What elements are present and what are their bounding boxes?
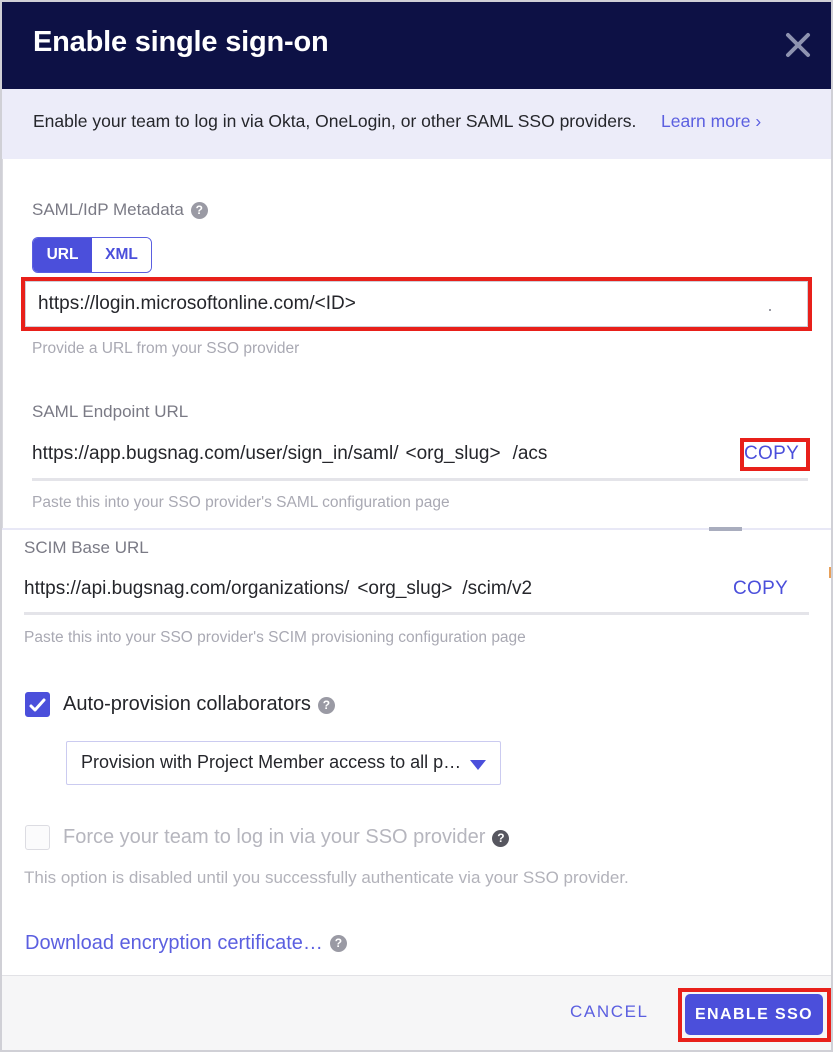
force-sso-checkbox [25, 825, 50, 850]
saml-metadata-label-text: SAML/IdP Metadata [32, 200, 184, 219]
copy-scim-base-button[interactable]: COPY [733, 578, 788, 600]
saml-metadata-label: SAML/IdP Metadata? [32, 200, 208, 220]
banner-text: Enable your team to log in via Okta, One… [33, 111, 637, 131]
force-sso-note: This option is disabled until you succes… [24, 868, 629, 887]
download-certificate-label: Download encryption certificate… [25, 932, 323, 954]
scim-base-label: SCIM Base URL [24, 538, 149, 557]
scim-base-suffix: /scim/v2 [462, 578, 533, 599]
edge-artifact [829, 567, 833, 578]
saml-endpoint-suffix: /acs [512, 443, 548, 464]
scrollbar-thumb-fragment [709, 527, 742, 531]
saml-endpoint-helper-text: Paste this into your SSO provider's SAML… [32, 494, 450, 511]
help-icon[interactable]: ? [190, 202, 208, 219]
saml-endpoint-prefix: https://app.bugsnag.com/user/sign_in/sam… [32, 443, 399, 464]
provision-access-select[interactable]: Provision with Project Member access to … [66, 741, 501, 785]
auto-provision-label-text: Auto-provision collaborators [63, 693, 311, 715]
metadata-url-input[interactable]: https://login.microsoftonline.com/<ID> [25, 281, 808, 327]
saml-endpoint-slug: <org_slug> [405, 443, 501, 464]
auto-provision-label: Auto-provision collaborators? [63, 693, 335, 716]
page-title: Enable single sign-on [33, 26, 329, 58]
saml-endpoint-label: SAML Endpoint URL [32, 402, 189, 421]
help-icon[interactable]: ? [317, 697, 335, 714]
download-certificate-link[interactable]: Download encryption certificate…? [25, 932, 347, 955]
tab-url[interactable]: URL [33, 238, 92, 272]
cancel-button[interactable]: CANCEL [570, 1002, 649, 1022]
info-banner: Enable your team to log in via Okta, One… [2, 89, 833, 159]
learn-more-link[interactable]: Learn more › [661, 111, 761, 132]
text-caret [769, 309, 771, 311]
metadata-helper-text: Provide a URL from your SSO provider [32, 340, 300, 357]
provision-access-selected-value: Provision with Project Member access to … [81, 752, 462, 772]
scim-base-slug: <org_slug> [357, 578, 453, 599]
close-icon[interactable] [783, 30, 813, 60]
enable-sso-dialog: Enable single sign-on Enable your team t… [0, 0, 833, 1052]
chevron-down-icon [470, 760, 486, 770]
force-sso-label: Force your team to log in via your SSO p… [63, 826, 510, 849]
enable-sso-button[interactable]: ENABLE SSO [685, 994, 823, 1035]
force-sso-label-text: Force your team to log in via your SSO p… [63, 826, 486, 848]
scim-base-prefix: https://api.bugsnag.com/organizations/ [24, 578, 350, 599]
dialog-header: Enable single sign-on [2, 0, 833, 89]
metadata-type-toggle[interactable]: URL XML [32, 237, 152, 273]
scim-base-helper-text: Paste this into your SSO provider's SCIM… [24, 629, 526, 646]
auto-provision-checkbox[interactable] [25, 692, 50, 717]
scim-base-underline [24, 612, 809, 615]
scim-base-value: https://api.bugsnag.com/organizations/ <o… [24, 578, 532, 600]
help-icon[interactable]: ? [329, 935, 347, 952]
tab-xml[interactable]: XML [92, 238, 151, 272]
copy-saml-endpoint-button[interactable]: COPY [744, 443, 799, 465]
saml-endpoint-underline [32, 478, 808, 481]
help-icon[interactable]: ? [492, 830, 510, 847]
saml-endpoint-value: https://app.bugsnag.com/user/sign_in/sam… [32, 443, 547, 465]
